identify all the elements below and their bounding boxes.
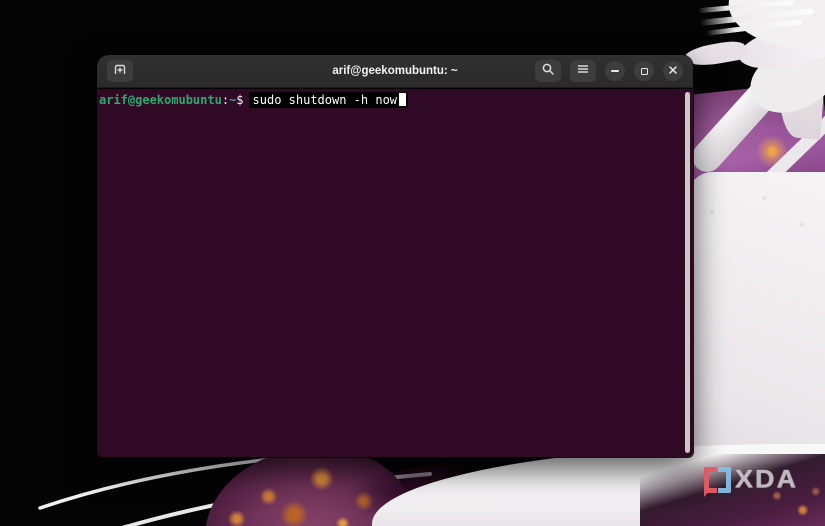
titlebar[interactable]: arif@geekomubuntu: ~ [97, 55, 693, 88]
new-tab-icon [113, 62, 127, 81]
search-icon [541, 62, 555, 81]
terminal-body[interactable]: arif@geekomubuntu:~$ sudo shutdown -h now [97, 89, 693, 457]
window-title: arif@geekomubuntu: ~ [332, 65, 458, 77]
menu-button[interactable] [570, 60, 596, 82]
xda-bracket-left-icon [704, 466, 717, 497]
prompt-symbol: $ [236, 93, 244, 107]
desktop: XDA arif@geekomubuntu: ~ arif@geekomubun… [0, 0, 825, 526]
prompt-separator: : [221, 93, 230, 107]
new-tab-button[interactable] [107, 60, 133, 82]
maximize-icon [640, 67, 648, 75]
terminal-window: arif@geekomubuntu: ~ arif@geekomubuntu:~… [97, 55, 693, 457]
hamburger-menu-icon [576, 62, 590, 81]
minimize-button[interactable] [605, 61, 625, 81]
close-icon [668, 62, 678, 80]
prompt-user-host: arif@geekomubuntu [99, 93, 222, 107]
xda-watermark: XDA [704, 464, 799, 497]
command-highlight: sudo shutdown -h now [248, 92, 409, 108]
xda-logo-text: XDA [735, 465, 799, 493]
command-text: sudo shutdown -h now [252, 93, 398, 107]
close-button[interactable] [663, 61, 683, 81]
search-button[interactable] [535, 60, 561, 82]
terminal-line: arif@geekomubuntu:~$ sudo shutdown -h now [99, 92, 679, 108]
xda-bracket-right-icon [718, 466, 731, 493]
terminal-cursor [399, 93, 407, 106]
minimize-icon [611, 70, 619, 72]
terminal-scrollbar[interactable] [685, 92, 690, 453]
maximize-button[interactable] [634, 61, 654, 81]
